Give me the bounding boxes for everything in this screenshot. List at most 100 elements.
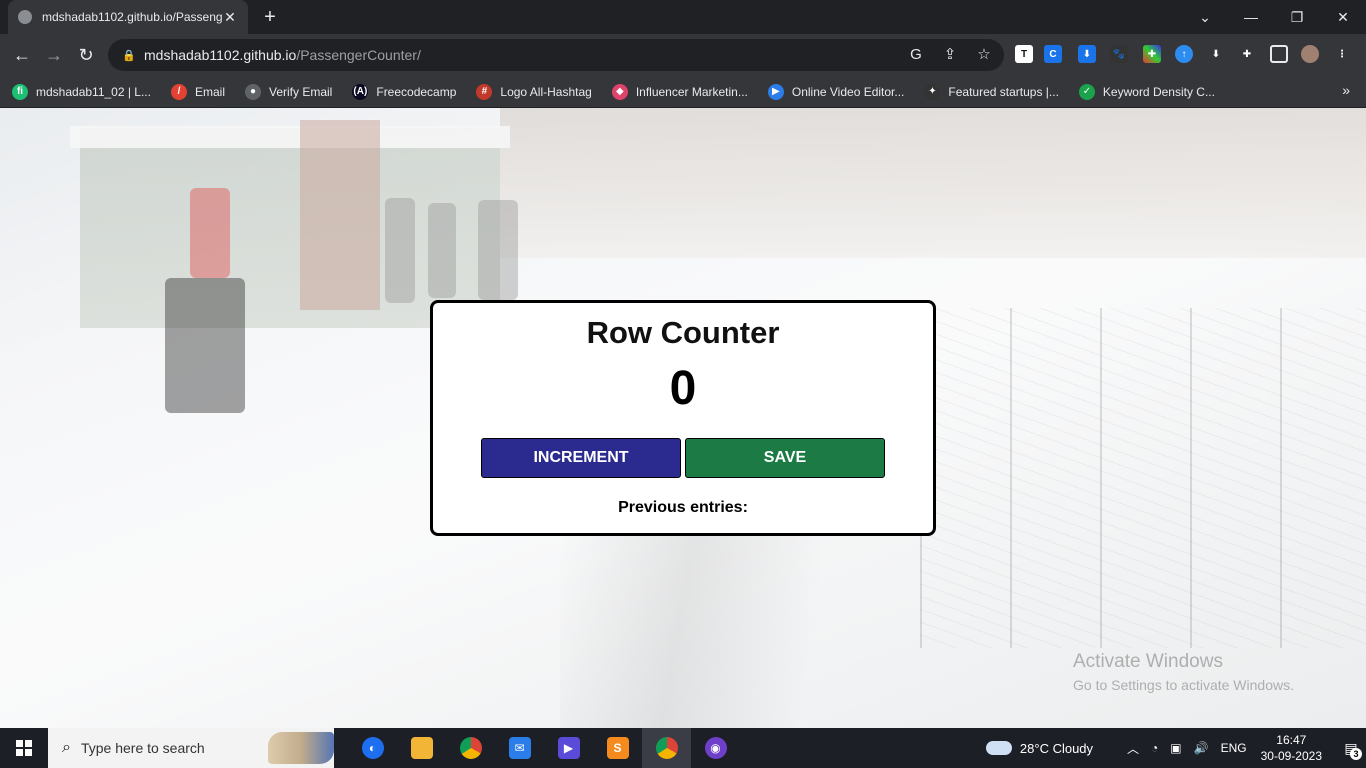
background-fence [920,308,1366,648]
bookmark-item[interactable]: ● Verify Email [245,83,333,100]
cat-extension-icon[interactable]: 🐾 [1110,45,1128,63]
reload-button[interactable]: ↻ [74,43,98,67]
network-icon[interactable]: ◔ [1151,741,1158,755]
chrome-icon [655,737,678,759]
taskbar-chrome-active[interactable] [642,728,691,768]
taskbar-mail[interactable]: ✉ [495,728,544,768]
taskbar-chrome[interactable] [446,728,495,768]
download-extension-icon[interactable]: ⬇ [1078,45,1096,63]
vpn-extension-icon[interactable]: ↑ [1175,45,1193,63]
close-tab-icon[interactable]: ✕ [222,9,238,26]
github-icon: ◉ [704,737,727,759]
counter-value: 0 [669,362,697,415]
previous-entries-label: Previous entries: [618,499,748,516]
bookmark-label: Online Video Editor... [791,84,905,99]
row-counter-card: Row Counter 0 INCREMENT SAVE Previous en… [430,300,936,536]
browser-toolbar: ← → ↻ 🔒 mdshadab1102.github.io/Passenger… [0,34,1366,76]
bookmark-star-icon[interactable]: ☆ [974,45,994,65]
globe-icon: ● [245,83,261,100]
taskbar-sublime-text[interactable]: S [593,728,642,768]
notification-count-badge: 3 [1350,748,1362,760]
chevron-up-icon[interactable]: ︿ [1127,740,1139,757]
bookmark-item[interactable]: ◆ Influencer Marketin... [611,83,748,100]
background-person [428,203,456,298]
bookmark-item[interactable]: ▶ Online Video Editor... [767,83,905,100]
color-extension-icon[interactable]: ✚ [1143,45,1161,63]
taskbar-firefox[interactable]: ◐ [348,728,397,768]
action-buttons: INCREMENT SAVE [481,438,885,478]
sublime-text-icon: S [606,737,629,759]
folder-icon [410,737,433,759]
fiverr-icon: fi [12,83,28,100]
back-button[interactable]: ← [10,43,34,67]
start-button[interactable] [0,728,48,768]
menu-kebab-icon[interactable]: ⋮ [1333,45,1351,63]
bookmark-item[interactable]: # Logo All-Hashtag [476,83,592,100]
lock-icon: 🔒 [122,49,136,62]
profile-avatar[interactable] [1301,45,1319,63]
browser-tab[interactable]: mdshadab1102.github.io/PassengerCounter/… [8,0,248,34]
tab-title: mdshadab1102.github.io/PassengerCounter/ [42,10,222,24]
increment-button[interactable]: INCREMENT [481,438,681,478]
clock-date: 30-09-2023 [1260,749,1322,763]
bookmark-item[interactable]: ✦ Featured startups |... [924,83,1059,100]
browser-chrome: mdshadab1102.github.io/PassengerCounter/… [0,0,1366,108]
search-icon: ⌕ [62,739,71,756]
taskbar-file-explorer[interactable] [397,728,446,768]
background-person [165,278,245,413]
chrome-icon [459,737,482,759]
forward-button[interactable]: → [42,43,66,67]
bookmark-label: Verify Email [269,84,333,99]
weather-widget[interactable]: 28°C Cloudy [985,740,1094,756]
startups-icon: ✦ [924,83,941,100]
restore-button[interactable]: ❐ [1274,0,1320,34]
address-bar[interactable]: 🔒 mdshadab1102.github.io/PassengerCounte… [108,39,1004,71]
new-tab-button[interactable]: + [259,6,281,28]
firefox-icon: ◐ [361,737,384,759]
google-icon[interactable]: G [906,45,926,65]
save-button[interactable]: SAVE [685,438,885,478]
volume-icon[interactable]: 🔊 [1194,741,1209,755]
bookmark-label: Email [194,84,225,99]
background-track [560,528,980,728]
watermark-title: Activate Windows [1073,651,1223,672]
minimize-button[interactable]: — [1228,0,1274,34]
hashtag-icon: # [476,83,493,100]
bookmark-label: mdshadab11_02 | L... [36,84,151,99]
url-path: /PassengerCounter/ [296,47,421,63]
tab-search-chevron-down-icon[interactable]: ⌄ [1182,0,1228,34]
bookmarks-overflow-icon[interactable]: » [1342,82,1350,98]
share-icon[interactable]: ⇪ [940,45,960,65]
search-highlight-illustration [268,732,334,764]
download-arrow-icon[interactable]: ⬇ [1207,45,1225,63]
windows-taskbar: ⌕ Type here to search ◐ ✉ ▶ S ◉ 28°C Clo… [0,728,1366,768]
bookmark-label: Freecodecamp [376,84,457,99]
close-window-button[interactable]: ✕ [1320,0,1366,34]
background-roof [70,126,510,148]
taskbar-github-desktop[interactable]: ◉ [691,728,740,768]
copy-extension-icon[interactable]: C [1044,45,1062,63]
mail-icon: ✉ [508,737,531,759]
notification-center-button[interactable]: ▤ 3 [1336,728,1366,768]
taskbar-video-editor[interactable]: ▶ [544,728,593,768]
side-panel-icon[interactable] [1270,45,1288,63]
bookmark-item[interactable]: / Email [170,83,225,100]
weather-text: 28°C Cloudy [1019,740,1094,756]
extensions-puzzle-icon[interactable]: ✚ [1238,45,1256,63]
tab-strip: mdshadab1102.github.io/PassengerCounter/… [0,0,1366,34]
clock[interactable]: 16:47 30-09-2023 [1261,732,1322,764]
camera-icon[interactable]: ▣ [1170,741,1181,755]
omnibox-actions: G ⇪ ☆ [906,45,994,65]
bookmark-item[interactable]: fi mdshadab11_02 | L... [12,83,151,100]
language-indicator[interactable]: ENG [1221,741,1247,755]
bookmark-item[interactable]: (A) Freecodecamp [352,83,457,100]
bookmark-item[interactable]: ✓ Keyword Density C... [1078,83,1215,100]
bookmarks-bar: fi mdshadab11_02 | L... / Email ● Verify Emai… [0,76,1366,108]
clock-time: 16:47 [1276,733,1307,747]
text-extension-icon[interactable]: T [1015,45,1033,63]
taskbar-search-box[interactable]: ⌕ Type here to search [48,728,334,768]
email-icon: / [170,83,187,100]
influencer-icon: ◆ [611,83,628,100]
search-placeholder: Type here to search [80,740,205,756]
bookmark-label: Keyword Density C... [1102,84,1215,99]
